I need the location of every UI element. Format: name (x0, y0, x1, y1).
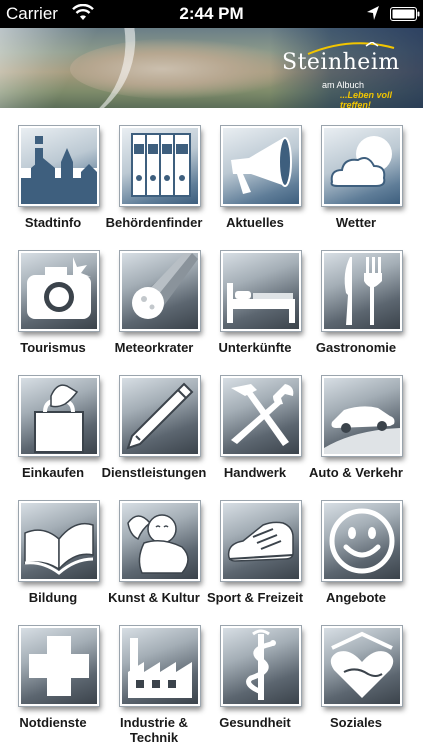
tile-handwerk[interactable]: Handwerk (202, 358, 308, 483)
tile-label: Wetter (335, 215, 377, 230)
bed-icon (221, 251, 301, 331)
shopping-bag-icon (19, 376, 99, 456)
smiley-icon (322, 501, 402, 581)
tile-notdienste[interactable]: Notdienste (0, 608, 106, 733)
menu-grid: Stadtinfo Behördenfinder Aktuelles Wette… (0, 108, 423, 750)
tile-gastronomie[interactable]: Gastronomie (303, 233, 409, 358)
tile-stadtinfo[interactable]: Stadtinfo (0, 108, 106, 233)
megaphone-icon (221, 126, 301, 206)
tile-industrie-technik[interactable]: Industrie & Technik (101, 608, 207, 745)
header-banner: Steinheim am Albuch ...Leben voll treffe… (0, 28, 423, 108)
tile-behoerdenfinder[interactable]: Behördenfinder (101, 108, 207, 233)
tile-unterkuenfte[interactable]: Unterkünfte (202, 233, 308, 358)
folders-icon (120, 126, 200, 206)
logo-swoosh (0, 28, 147, 108)
logo-slogan: ...Leben voll treffen! (340, 90, 393, 108)
tile-bildung[interactable]: Bildung (0, 483, 106, 608)
tile-einkaufen[interactable]: Einkaufen (0, 358, 106, 483)
camera-icon (19, 251, 99, 331)
tile-kunst-kultur[interactable]: Kunst & Kultur (101, 483, 207, 608)
battery-icon (390, 7, 420, 21)
logo-name: Steinheim (282, 50, 400, 75)
heart-hands-icon (322, 626, 402, 706)
book-icon (19, 501, 99, 581)
factory-icon (120, 626, 200, 706)
tile-label: Soziales (329, 715, 383, 730)
tile-dienstleistungen[interactable]: Dienstleistungen (101, 358, 207, 483)
sneaker-icon (221, 501, 301, 581)
town-logo: Steinheim am Albuch ...Leben voll treffe… (282, 42, 422, 108)
logo-subtitle: am Albuch (322, 80, 365, 90)
angel-icon (120, 501, 200, 581)
tile-label: Gastronomie (315, 340, 397, 355)
weather-icon (322, 126, 402, 206)
tile-soziales[interactable]: Soziales (303, 608, 409, 733)
tile-tourismus[interactable]: Tourismus (0, 233, 106, 358)
car-icon (322, 376, 402, 456)
tile-meteorkrater[interactable]: Meteorkrater (101, 233, 207, 358)
location-arrow-icon (367, 6, 379, 20)
tile-auto-verkehr[interactable]: Auto & Verkehr (303, 358, 409, 483)
tile-label: Auto & Verkehr (309, 465, 403, 480)
tile-gesundheit[interactable]: Gesundheit (202, 608, 308, 733)
tile-aktuelles[interactable]: Aktuelles (202, 108, 308, 233)
tile-sport-freizeit[interactable]: Sport & Freizeit (202, 483, 308, 608)
tile-label: Angebote (326, 590, 386, 605)
pencil-icon (120, 376, 200, 456)
tile-angebote[interactable]: Angebote (303, 483, 409, 608)
cross-icon (19, 626, 99, 706)
tools-icon (221, 376, 301, 456)
stadtinfo-icon (19, 126, 99, 206)
meteor-icon (120, 251, 200, 331)
tile-wetter[interactable]: Wetter (303, 108, 409, 233)
status-bar: Carrier 2:44 PM (0, 0, 423, 28)
caduceus-icon (221, 626, 301, 706)
cutlery-icon (322, 251, 402, 331)
status-time: 2:44 PM (179, 4, 244, 23)
